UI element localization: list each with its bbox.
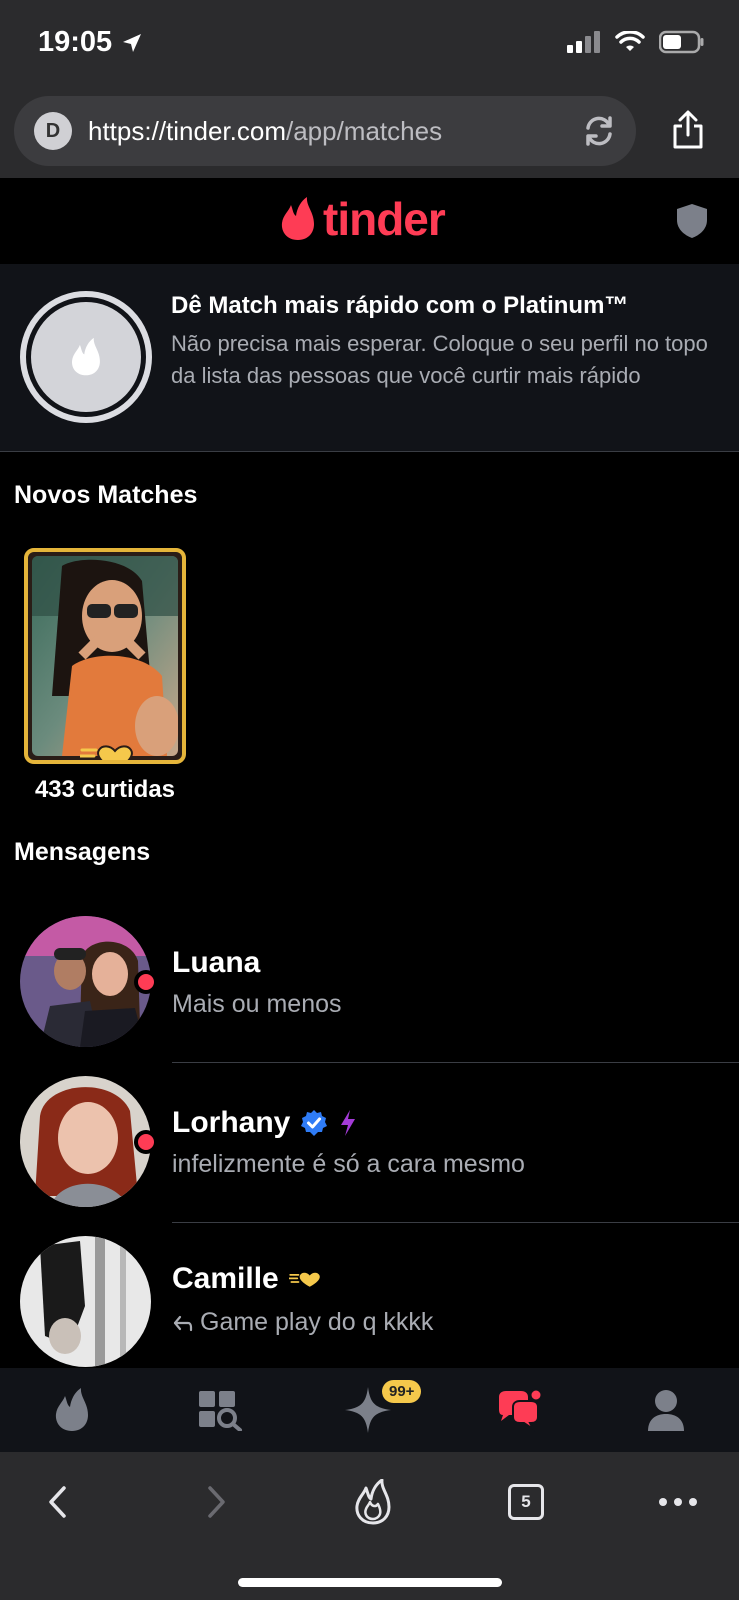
nav-profile[interactable] xyxy=(636,1382,696,1438)
chevron-left-icon xyxy=(49,1486,66,1518)
message-preview: Mais ou menos xyxy=(172,990,342,1019)
url-host: https://tinder.com xyxy=(88,115,286,146)
site-app-button[interactable] xyxy=(350,1478,396,1526)
promo-description: Não precisa mais esperar. Coloque o seu … xyxy=(171,331,708,388)
share-icon[interactable] xyxy=(671,110,705,155)
online-indicator xyxy=(134,970,158,994)
promo-avatar-ring xyxy=(20,291,152,423)
reload-icon[interactable] xyxy=(580,112,618,155)
message-row-lorhany[interactable]: Lorhany infelizmente é só a cara mesmo xyxy=(0,1068,739,1228)
promo-title: Dê Match mais rápido com o Platinum™ xyxy=(171,292,629,319)
contact-name-text: Lorhany xyxy=(172,1106,291,1139)
flame-icon xyxy=(281,197,314,240)
more-button[interactable] xyxy=(656,1478,700,1526)
message-preview: infelizmente é só a cara mesmo xyxy=(172,1150,525,1179)
boost-bolt-icon xyxy=(341,1110,356,1136)
likes-card[interactable] xyxy=(24,548,186,764)
site-favicon: D xyxy=(34,112,72,150)
likes-count-badge: 99+ xyxy=(382,1380,422,1403)
contact-name: Camille xyxy=(172,1262,321,1296)
browser-url-area: D https://tinder.com/app/matches xyxy=(0,90,739,178)
user-profile-icon xyxy=(648,1390,684,1431)
message-preview: Game play do q kkkk xyxy=(172,1308,433,1337)
flame-outline-icon xyxy=(355,1479,391,1525)
new-matches-title: Novos Matches xyxy=(14,481,198,509)
reply-arrow-icon xyxy=(173,1315,193,1331)
app-bottom-nav: 99+ xyxy=(0,1368,739,1452)
likes-count-label: 433 curtidas xyxy=(34,776,176,803)
nav-swipe[interactable] xyxy=(42,1382,102,1438)
time-label: 19:05 xyxy=(38,26,113,58)
tab-count: 5 xyxy=(508,1484,544,1520)
url-text[interactable]: https://tinder.com/app/matches xyxy=(88,116,442,147)
wifi-icon xyxy=(615,31,645,51)
platinum-promo[interactable]: Dê Match mais rápido com o Platinum™ Não… xyxy=(0,264,739,452)
app-header: tinder xyxy=(0,178,739,264)
promo-avatar xyxy=(31,302,141,412)
tinder-logo[interactable]: tinder xyxy=(279,193,446,245)
message-preview-text: Mais ou menos xyxy=(172,990,342,1018)
avatar xyxy=(20,1236,151,1367)
online-indicator xyxy=(134,1130,158,1154)
chat-bubbles-icon xyxy=(499,1388,543,1432)
nav-chat[interactable] xyxy=(488,1382,548,1438)
avatar xyxy=(20,916,151,1047)
message-row-luana[interactable]: Luana Mais ou menos xyxy=(0,908,739,1068)
flame-icon xyxy=(71,337,100,376)
battery-icon xyxy=(659,30,704,54)
shield-icon[interactable] xyxy=(675,202,709,245)
logo-text: tinder xyxy=(323,193,446,245)
avatar xyxy=(20,1076,151,1207)
status-bar: 19:05 xyxy=(0,0,739,90)
verified-badge-icon xyxy=(301,1110,328,1136)
gold-heart-icon xyxy=(78,742,134,760)
flame-icon xyxy=(55,1388,88,1431)
message-preview-text: Game play do q kkkk xyxy=(200,1308,434,1336)
message-row-camille[interactable]: Camille Game play do q kkkk xyxy=(0,1228,739,1388)
message-preview-text: infelizmente é só a cara mesmo xyxy=(172,1150,525,1178)
likes-photo xyxy=(32,556,178,756)
contact-name: Luana xyxy=(172,946,260,980)
tabs-button[interactable]: 5 xyxy=(508,1478,544,1526)
back-button[interactable] xyxy=(40,1478,76,1526)
status-icons xyxy=(567,30,705,54)
nav-explore[interactable] xyxy=(190,1382,250,1438)
location-arrow-icon xyxy=(123,33,142,52)
forward-button[interactable] xyxy=(198,1478,234,1526)
status-time: 19:05 xyxy=(38,26,144,59)
more-dots-icon xyxy=(659,1498,697,1506)
home-indicator xyxy=(238,1578,502,1587)
messages-title: Mensagens xyxy=(14,838,151,866)
contact-name-text: Luana xyxy=(172,946,261,979)
divider xyxy=(172,1062,739,1063)
contact-name: Lorhany xyxy=(172,1106,358,1140)
contact-name-text: Camille xyxy=(172,1262,279,1295)
divider xyxy=(172,1222,739,1223)
cellular-signal-icon xyxy=(567,31,600,53)
explore-grid-icon xyxy=(199,1391,242,1431)
gold-heart-icon xyxy=(288,1272,320,1287)
chevron-right-icon xyxy=(208,1486,225,1518)
url-bar[interactable]: D https://tinder.com/app/matches xyxy=(14,96,636,166)
url-path: /app/matches xyxy=(285,115,443,146)
